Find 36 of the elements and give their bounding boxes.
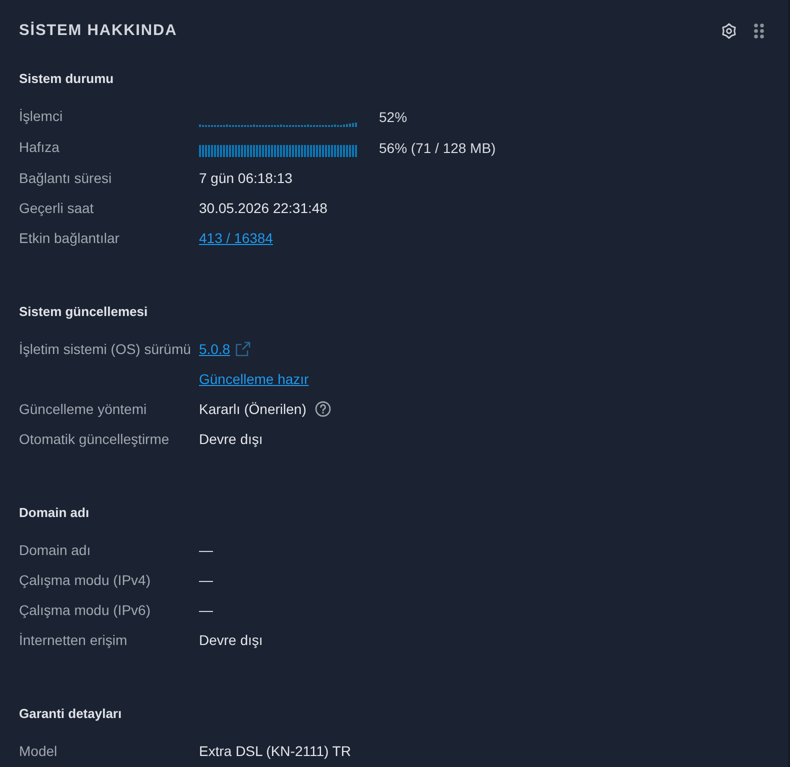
field-value: Extra DSL (KN-2111) TR [199,742,351,760]
section-heading: Garanti detayları [19,705,123,723]
field-value: 30.05.2026 22:31:48 [199,199,328,217]
external-link-icon[interactable] [235,341,252,357]
usage-reading: 56% (71 / 128 MB) [379,138,496,156]
panel-title: SİSTEM HAKKINDA [19,21,178,41]
field-value: 7 gün 06:18:13 [199,169,292,187]
field-label: İşlemci [19,108,63,124]
field-value: Devre dışı [199,631,263,649]
field-label: Otomatik güncelleştirme [19,430,170,446]
field-value: Devre dışı [199,430,263,448]
field-label: Model [19,742,58,758]
field-value: Kararlı (Önerilen) [199,400,306,418]
field-label: Geçerli saat [19,200,94,216]
drag-handle-icon[interactable] [754,23,764,39]
field-label: Etkin bağlantılar [19,230,120,246]
section-heading: Domain adı [19,504,90,522]
field-label: Bağlantı süresi [19,170,112,186]
field-label: Güncelleme yöntemi [19,400,147,416]
field-label: Çalışma modu (IPv4) [19,572,150,588]
help-icon[interactable] [315,401,332,417]
usage-reading: 52% [379,108,408,126]
section-heading: Sistem güncellemesi [19,303,149,321]
field-value: — [199,571,213,589]
section-heading: Sistem durumu [19,70,115,88]
settings-icon[interactable] [721,23,737,39]
field-label: Çalışma modu (IPv6) [19,602,150,618]
field-label: Domain adı [19,542,91,558]
value-link[interactable]: 5.0.8 [199,340,230,358]
field-value: — [199,601,213,619]
value-link[interactable]: 413 / 16384 [199,229,273,247]
field-label: İşletim sistemi (OS) sürümü [19,340,191,356]
value-link[interactable]: Güncelleme hazır [199,370,309,388]
field-label: Hafıza [19,139,60,155]
field-value: — [199,541,213,559]
field-label: İnternetten erişim [19,632,128,648]
